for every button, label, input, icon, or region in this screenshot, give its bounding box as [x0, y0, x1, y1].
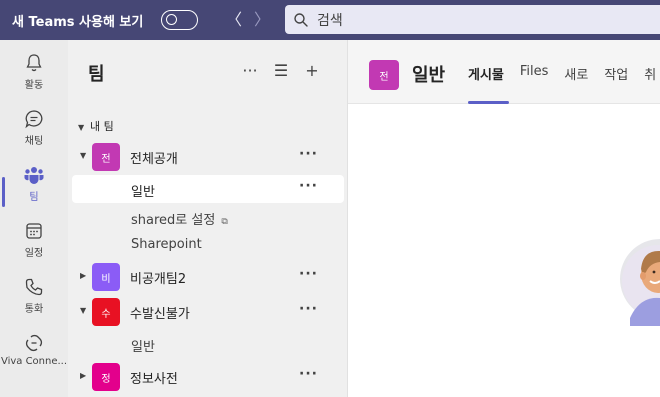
channel-name-shared: shared로 설정 ⧉	[131, 209, 228, 228]
team-row[interactable]: ▼ 전 전체공개 ···	[68, 143, 348, 171]
channel-more-icon[interactable]: ···	[299, 178, 318, 194]
panel-title: 팀	[88, 64, 105, 85]
my-teams-section[interactable]: ▼ 내 팀	[78, 118, 114, 134]
rail-label-calendar: 일정	[24, 248, 44, 259]
channel-row[interactable]: shared로 설정 ⧉	[68, 203, 348, 231]
tab-new[interactable]: 새로	[564, 64, 588, 83]
caret-down-icon: ▼	[80, 151, 87, 160]
teams-icon	[24, 167, 44, 184]
search-input[interactable]: 검색	[285, 5, 660, 34]
add-team-button[interactable]: +	[302, 62, 322, 82]
channel-name: Sharepoint	[131, 237, 202, 252]
channel-row[interactable]: 일반	[68, 330, 348, 358]
rail-label-chat: 채팅	[24, 136, 44, 147]
rail-item-calls[interactable]: 통화	[0, 276, 68, 332]
rail-label-viva: Viva Conne...	[0, 356, 68, 367]
team-name: 비공개팀2	[130, 272, 187, 287]
bell-icon	[26, 54, 42, 72]
channel-header: 전 일반 게시물 Files 새로 작업 취	[348, 40, 660, 104]
rail-item-teams[interactable]: 팀	[0, 164, 68, 220]
team-row[interactable]: ▶ 정 정보사전 ···	[68, 363, 348, 391]
toggle-knob	[166, 14, 177, 25]
channel-name: 일반	[131, 340, 155, 355]
team-more-icon[interactable]: ···	[299, 301, 318, 317]
teams-panel: 팀 ··· ☰ + ▼ 내 팀 ▼ 전 전체공개 ··· 일반 ··· share…	[68, 40, 348, 397]
team-row[interactable]: ▼ 수 수발신불가 ···	[68, 298, 348, 326]
active-tab-indicator	[468, 101, 509, 104]
rail-label-activity: 활동	[24, 80, 44, 91]
new-teams-toggle[interactable]	[161, 10, 198, 30]
rail-item-calendar[interactable]: 일정	[0, 220, 68, 276]
tab-tasks[interactable]: 작업	[604, 64, 628, 83]
filter-button[interactable]: ☰	[271, 62, 291, 82]
team-avatar: 수	[92, 298, 120, 326]
rail-item-viva[interactable]: Viva Conne...	[0, 332, 68, 388]
tab-more[interactable]: 취	[644, 64, 656, 83]
team-more-icon[interactable]: ···	[299, 366, 318, 382]
team-name: 정보사전	[130, 372, 178, 387]
team-avatar: 비	[92, 263, 120, 291]
back-button[interactable]: 〈	[225, 10, 243, 30]
panel-more-button[interactable]: ···	[240, 62, 260, 82]
team-name: 전체공개	[130, 152, 178, 167]
channel-tabs: 게시물 Files 새로 작업 취	[468, 64, 656, 83]
section-caret-icon: ▼	[78, 123, 85, 132]
caret-right-icon: ▶	[80, 271, 87, 280]
team-name: 수발신불가	[130, 307, 190, 322]
channel-row-selected[interactable]: 일반 ···	[72, 175, 344, 203]
channel-team-avatar: 전	[369, 60, 399, 90]
rail-active-indicator	[2, 177, 5, 207]
team-avatar: 전	[92, 143, 120, 171]
rail-label-calls: 통화	[24, 304, 44, 315]
chat-icon	[25, 110, 43, 129]
rail-label-teams: 팀	[29, 192, 39, 203]
channel-name: 일반	[131, 185, 155, 200]
team-more-icon[interactable]: ···	[299, 266, 318, 282]
caret-right-icon: ▶	[80, 371, 87, 380]
team-avatar: 정	[92, 363, 120, 391]
caret-down-icon: ▼	[80, 306, 87, 315]
channel-label: shared로 설정	[131, 213, 216, 228]
section-label: 내 팀	[90, 120, 114, 133]
calendar-icon	[26, 223, 42, 239]
tab-posts[interactable]: 게시물	[468, 64, 504, 83]
title-bar: 새 Teams 사용해 보기 〈 〉 검색	[0, 0, 660, 40]
app-rail: 활동 채팅 팀 일정 통화 Viva Conne...	[0, 40, 68, 397]
phone-icon	[25, 278, 43, 296]
search-icon	[294, 12, 308, 27]
viva-icon	[25, 334, 43, 352]
rail-item-chat[interactable]: 채팅	[0, 108, 68, 164]
new-teams-label: 새 Teams 사용해 보기	[12, 14, 144, 30]
tab-files[interactable]: Files	[520, 64, 549, 83]
search-placeholder: 검색	[317, 12, 343, 29]
team-more-icon[interactable]: ···	[299, 146, 318, 162]
team-row[interactable]: ▶ 비 비공개팀2 ···	[68, 263, 348, 291]
channel-row[interactable]: Sharepoint	[68, 231, 348, 259]
channel-main: 전 일반 게시물 Files 새로 작업 취	[348, 40, 660, 397]
new-teams-area: 새 Teams 사용해 보기	[0, 0, 143, 40]
welcome-illustration	[620, 239, 660, 326]
forward-button[interactable]: 〉	[253, 10, 271, 30]
shared-channel-icon: ⧉	[221, 217, 228, 227]
channel-title: 일반	[412, 65, 446, 86]
rail-item-activity[interactable]: 활동	[0, 52, 68, 108]
